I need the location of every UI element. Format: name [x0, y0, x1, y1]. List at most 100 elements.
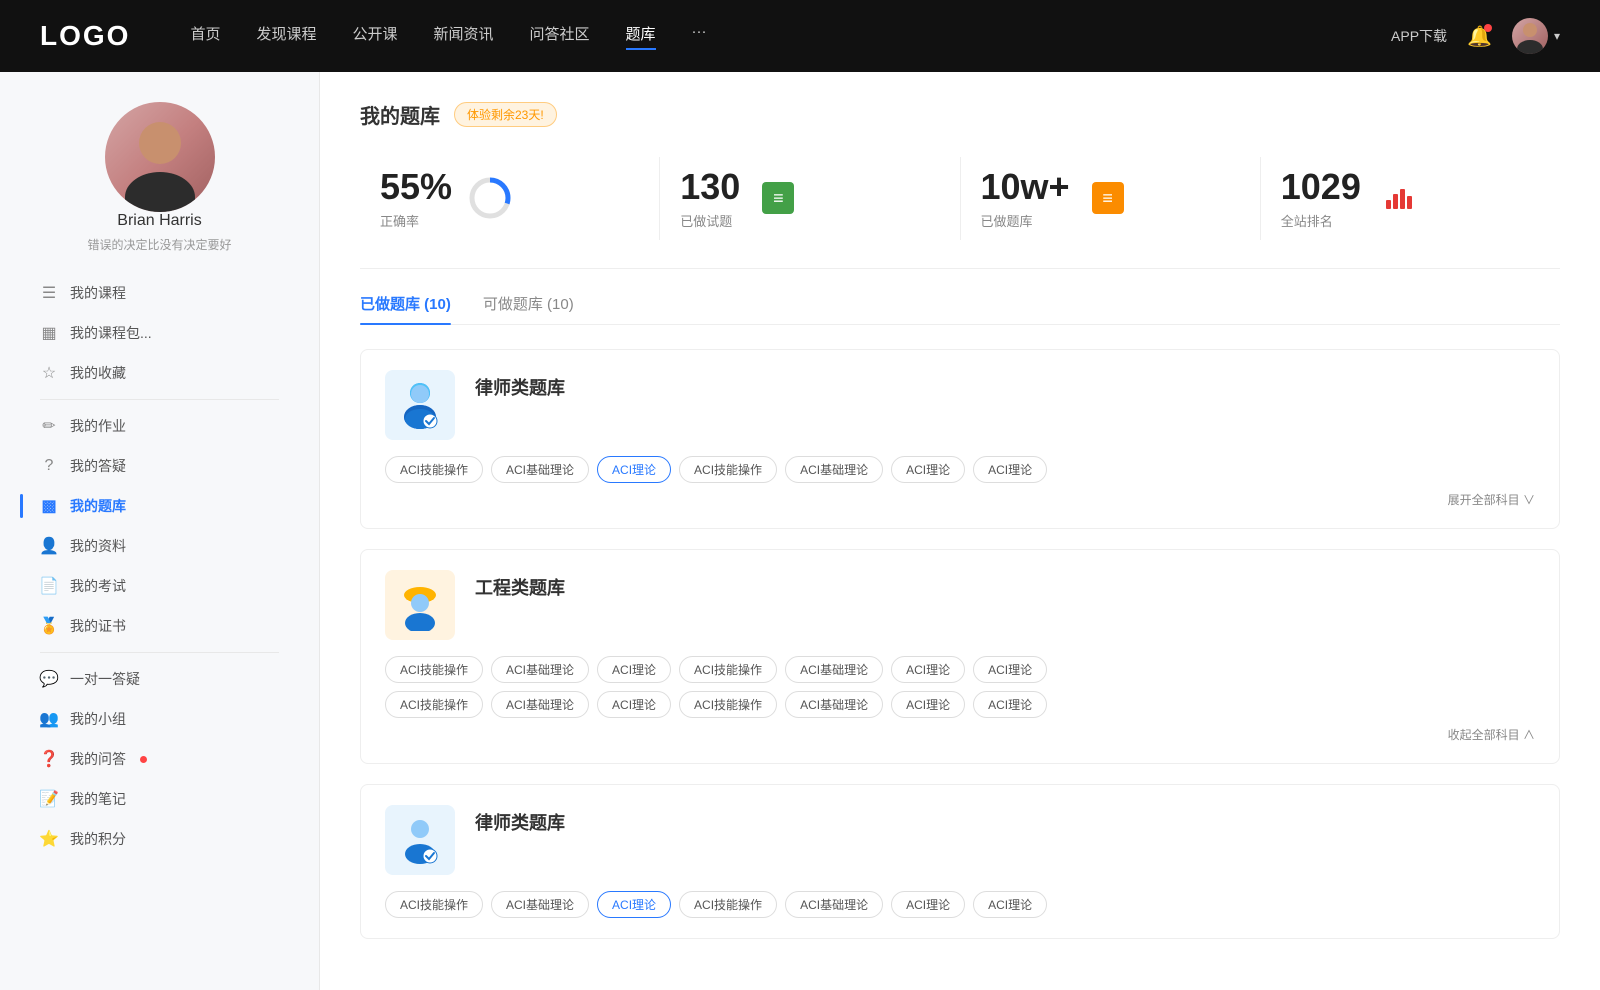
- doc-icon: 📄: [40, 577, 58, 595]
- sidebar-item-homework-label: 我的作业: [70, 416, 126, 436]
- qbank-title-2: 工程类题库: [475, 570, 565, 600]
- stat-done-banks-value: 10w+: [981, 167, 1070, 207]
- qbank-engineer-icon: [385, 570, 455, 640]
- nav-home[interactable]: 首页: [190, 23, 220, 50]
- l2-tag-basic-2[interactable]: ACI基础理论: [785, 891, 883, 918]
- menu-divider-2: [40, 652, 279, 653]
- question-icon: ?: [40, 457, 58, 475]
- eng-tag-theory-3[interactable]: ACI理论: [973, 656, 1047, 683]
- sidebar-item-one-on-one[interactable]: 💬 一对一答疑: [20, 659, 299, 699]
- eng-tag-basic-4[interactable]: ACI基础理论: [785, 691, 883, 718]
- engineer-person-svg: [394, 579, 446, 631]
- tag-aci-theory-2[interactable]: ACI理论: [891, 456, 965, 483]
- sidebar-item-group[interactable]: 👥 我的小组: [20, 699, 299, 739]
- tab-available-banks[interactable]: 可做题库 (10): [483, 293, 574, 324]
- stat-ranking-text: 1029 全站排名: [1281, 167, 1361, 230]
- stat-done-questions-value: 130: [680, 167, 740, 207]
- profile-username: Brian Harris: [117, 212, 201, 230]
- stat-ranking-value: 1029: [1281, 167, 1361, 207]
- stat-done-questions: 130 已做试题 ≡: [660, 157, 960, 240]
- score-icon: ⭐: [40, 830, 58, 848]
- eng-tag-theory-2[interactable]: ACI理论: [891, 656, 965, 683]
- bar-chart-svg: [1385, 186, 1413, 210]
- sidebar-item-profile-label: 我的资料: [70, 536, 126, 556]
- main-content: 我的题库 体验剩余23天! 55% 正确率 130: [320, 72, 1600, 990]
- sidebar-item-myqa[interactable]: ❓ 我的问答: [20, 739, 299, 779]
- eng-tag-skill-2[interactable]: ACI技能操作: [679, 656, 777, 683]
- eng-tag-basic-3[interactable]: ACI基础理论: [491, 691, 589, 718]
- sidebar-item-qa-label: 我的答疑: [70, 456, 126, 476]
- trial-badge: 体验剩余23天!: [454, 102, 557, 127]
- cert-icon: 🏅: [40, 617, 58, 635]
- stat-done-questions-label: 已做试题: [680, 211, 740, 230]
- nav-more[interactable]: ···: [692, 23, 707, 50]
- nav-news[interactable]: 新闻资讯: [434, 23, 494, 50]
- user-avatar-button[interactable]: ▾: [1512, 18, 1560, 54]
- bar-icon: ▦: [40, 324, 58, 342]
- star-icon: ☆: [40, 364, 58, 382]
- main-layout: Brian Harris 错误的决定比没有决定要好 ☰ 我的课程 ▦ 我的课程包…: [0, 72, 1600, 990]
- l2-tag-basic-1[interactable]: ACI基础理论: [491, 891, 589, 918]
- notification-dot: [1484, 24, 1492, 32]
- qa-icon: ❓: [40, 750, 58, 768]
- accuracy-chart-icon: [468, 176, 512, 220]
- tag-aci-skill-2[interactable]: ACI技能操作: [679, 456, 777, 483]
- tag-aci-skill-1[interactable]: ACI技能操作: [385, 456, 483, 483]
- sidebar-item-notes[interactable]: 📝 我的笔记: [20, 779, 299, 819]
- eng-tag-theory-1[interactable]: ACI理论: [597, 656, 671, 683]
- qbank-lawyer-icon-2: [385, 805, 455, 875]
- sidebar-item-points[interactable]: ⭐ 我的积分: [20, 819, 299, 859]
- eng-tag-basic-2[interactable]: ACI基础理论: [785, 656, 883, 683]
- sidebar-item-one-on-one-label: 一对一答疑: [70, 669, 140, 689]
- profile-motto: 错误的决定比没有决定要好: [87, 236, 231, 253]
- tag-aci-theory-3[interactable]: ACI理论: [973, 456, 1047, 483]
- pie-chart-icon: [468, 176, 512, 220]
- sidebar-item-course[interactable]: ☰ 我的课程: [20, 273, 299, 313]
- stat-ranking: 1029 全站排名: [1261, 157, 1560, 240]
- sidebar-item-qbank[interactable]: ▩ 我的题库: [20, 486, 299, 526]
- nav-qbank[interactable]: 题库: [626, 23, 656, 50]
- sidebar-item-course-package-label: 我的课程包...: [70, 323, 152, 343]
- expand-all-link-1[interactable]: 展开全部科目 ∨: [385, 491, 1535, 508]
- eng-tag-theory-4[interactable]: ACI理论: [597, 691, 671, 718]
- sidebar-item-favorites[interactable]: ☆ 我的收藏: [20, 353, 299, 393]
- l2-tag-theory-3[interactable]: ACI理论: [973, 891, 1047, 918]
- stat-ranking-label: 全站排名: [1281, 211, 1361, 230]
- sidebar-item-profile[interactable]: 👤 我的资料: [20, 526, 299, 566]
- eng-tag-skill-4[interactable]: ACI技能操作: [679, 691, 777, 718]
- eng-tag-skill-1[interactable]: ACI技能操作: [385, 656, 483, 683]
- sidebar-item-qa[interactable]: ? 我的答疑: [20, 446, 299, 486]
- l2-tag-theory-2[interactable]: ACI理论: [891, 891, 965, 918]
- tags-row-3: ACI技能操作 ACI基础理论 ACI理论 ACI技能操作 ACI基础理论 AC…: [385, 891, 1535, 918]
- tabs-row: 已做题库 (10) 可做题库 (10): [360, 293, 1560, 325]
- collapse-all-link[interactable]: 收起全部科目 ∧: [385, 726, 1535, 743]
- qbank-card-lawyer-2: 律师类题库 ACI技能操作 ACI基础理论 ACI理论 ACI技能操作 ACI基…: [360, 784, 1560, 939]
- qa-notification-dot: [140, 756, 147, 763]
- tag-aci-theory-active-1[interactable]: ACI理论: [597, 456, 671, 483]
- eng-tag-theory-5[interactable]: ACI理论: [891, 691, 965, 718]
- tab-done-banks[interactable]: 已做题库 (10): [360, 293, 451, 324]
- sidebar-item-cert[interactable]: 🏅 我的证书: [20, 606, 299, 646]
- tags-row-1: ACI技能操作 ACI基础理论 ACI理论 ACI技能操作 ACI基础理论 AC…: [385, 456, 1535, 483]
- eng-tag-basic-1[interactable]: ACI基础理论: [491, 656, 589, 683]
- sidebar-item-homework[interactable]: ✏ 我的作业: [20, 406, 299, 446]
- app-download-button[interactable]: APP下载: [1391, 26, 1447, 46]
- notification-bell-icon[interactable]: 🔔: [1467, 24, 1492, 49]
- eng-tag-theory-6[interactable]: ACI理论: [973, 691, 1047, 718]
- eng-tag-skill-3[interactable]: ACI技能操作: [385, 691, 483, 718]
- qbank-header-1: 律师类题库: [385, 370, 1535, 440]
- l2-tag-skill-1[interactable]: ACI技能操作: [385, 891, 483, 918]
- sidebar-item-exam[interactable]: 📄 我的考试: [20, 566, 299, 606]
- l2-tag-skill-2[interactable]: ACI技能操作: [679, 891, 777, 918]
- nav-qa[interactable]: 问答社区: [530, 23, 590, 50]
- sidebar-item-course-package[interactable]: ▦ 我的课程包...: [20, 313, 299, 353]
- qbank-title-3: 律师类题库: [475, 805, 565, 835]
- tag-aci-basic-2[interactable]: ACI基础理论: [785, 456, 883, 483]
- tag-aci-basic-1[interactable]: ACI基础理论: [491, 456, 589, 483]
- logo: LOGO: [40, 20, 130, 52]
- nav-discover[interactable]: 发现课程: [256, 23, 316, 50]
- nav-open-course[interactable]: 公开课: [352, 23, 397, 50]
- tags-row-2b: ACI技能操作 ACI基础理论 ACI理论 ACI技能操作 ACI基础理论 AC…: [385, 691, 1535, 718]
- sidebar: Brian Harris 错误的决定比没有决定要好 ☰ 我的课程 ▦ 我的课程包…: [0, 72, 320, 990]
- l2-tag-theory-active[interactable]: ACI理论: [597, 891, 671, 918]
